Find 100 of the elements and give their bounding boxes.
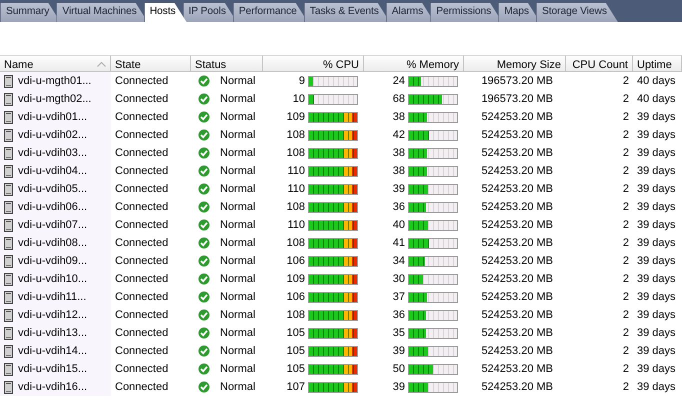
host-name: vdi-u-vdih02... [18, 129, 88, 141]
memory-percent: 34 [392, 255, 405, 267]
state-text: Connected [115, 129, 168, 141]
status-text: Normal [220, 273, 256, 285]
status-text: Normal [220, 309, 256, 321]
cpu-percent: 105 [286, 345, 305, 357]
state-text: Connected [115, 147, 168, 159]
server-icon [4, 326, 13, 340]
cpu-percent: 106 [286, 291, 305, 303]
state-text: Connected [115, 345, 168, 357]
tab[interactable]: Hosts [144, 3, 187, 22]
cpu-count: 2 [622, 165, 629, 177]
server-icon [4, 110, 13, 124]
state-text: Connected [115, 309, 168, 321]
server-icon [4, 74, 13, 88]
column-header[interactable]: Memory Size [464, 55, 566, 72]
column-header[interactable]: Name [0, 55, 111, 72]
uptime-text: 39 days [637, 183, 676, 195]
memory-size: 524253.20 MB [481, 273, 553, 285]
uptime-text: 39 days [637, 255, 676, 267]
memory-percent: 39 [392, 381, 405, 393]
server-icon [4, 200, 13, 214]
check-icon [198, 291, 210, 303]
tab[interactable]: Storage Views [536, 3, 618, 22]
status-text: Normal [220, 183, 256, 195]
memory-size: 524253.20 MB [481, 129, 553, 141]
status-text: Normal [220, 147, 256, 159]
server-icon [4, 218, 13, 232]
column-header[interactable]: % Memory [364, 55, 464, 72]
host-name: vdi-u-vdih11... [18, 291, 86, 303]
memory-percent: 39 [392, 345, 405, 357]
server-icon [4, 344, 13, 358]
status-text: Normal [220, 381, 256, 393]
cpu-percent: 109 [286, 111, 305, 123]
cpu-percent: 105 [286, 327, 305, 339]
memory-size: 524253.20 MB [481, 219, 553, 231]
status-text: Normal [220, 363, 256, 375]
uptime-text: 40 days [637, 93, 676, 105]
state-text: Connected [115, 381, 168, 393]
cpu-count: 2 [622, 219, 629, 231]
check-icon [198, 309, 210, 321]
server-icon [4, 290, 13, 304]
host-name: vdi-u-vdih12... [18, 309, 88, 321]
host-name: vdi-u-vdih07... [18, 219, 88, 231]
uptime-text: 39 days [637, 201, 676, 213]
host-name: vdi-u-vdih04... [18, 165, 88, 177]
column-header[interactable]: State [111, 55, 191, 72]
uptime-text: 39 days [637, 237, 676, 249]
uptime-text: 39 days [637, 291, 676, 303]
cpu-count: 2 [622, 129, 629, 141]
state-text: Connected [115, 219, 168, 231]
memory-percent: 36 [392, 309, 405, 321]
column-header[interactable]: Status [191, 55, 263, 72]
host-name: vdi-u-mgth01... [18, 75, 92, 87]
state-text: Connected [115, 363, 168, 375]
memory-size: 524253.20 MB [481, 327, 553, 339]
uptime-text: 39 days [637, 273, 676, 285]
cpu-percent: 109 [286, 273, 305, 285]
check-icon [198, 255, 210, 267]
check-icon [198, 327, 210, 339]
uptime-text: 39 days [637, 345, 676, 357]
server-icon [4, 146, 13, 160]
memory-size: 524253.20 MB [481, 147, 553, 159]
state-text: Connected [115, 327, 168, 339]
uptime-text: 39 days [637, 363, 676, 375]
column-header[interactable]: % CPU [263, 55, 364, 72]
state-text: Connected [115, 201, 168, 213]
state-text: Connected [115, 93, 168, 105]
host-name: vdi-u-vdih09... [18, 255, 88, 267]
cpu-percent: 9 [298, 75, 305, 87]
host-name: vdi-u-mgth02... [18, 93, 92, 105]
cpu-percent: 110 [287, 165, 305, 177]
host-name: vdi-u-vdih01... [18, 111, 88, 123]
memory-size: 524253.20 MB [481, 111, 553, 123]
column-header[interactable]: CPU Count [566, 55, 633, 72]
uptime-text: 39 days [637, 327, 676, 339]
memory-size: 524253.20 MB [481, 381, 553, 393]
status-text: Normal [220, 219, 256, 231]
memory-percent: 36 [392, 201, 405, 213]
status-text: Normal [220, 129, 256, 141]
memory-size: 524253.20 MB [481, 165, 553, 177]
cpu-count: 2 [622, 363, 629, 375]
cpu-count: 2 [622, 183, 629, 195]
status-text: Normal [220, 291, 256, 303]
host-name: vdi-u-vdih15... [18, 363, 88, 375]
uptime-text: 39 days [637, 147, 676, 159]
check-icon [198, 345, 210, 357]
memory-percent: 38 [392, 111, 405, 123]
cpu-percent: 108 [286, 237, 305, 249]
status-text: Normal [220, 93, 256, 105]
cpu-count: 2 [622, 255, 629, 267]
cpu-percent: 107 [286, 381, 305, 393]
host-name: vdi-u-vdih03... [18, 147, 88, 159]
cpu-percent: 110 [287, 183, 305, 195]
column-header[interactable]: Uptime [633, 55, 682, 72]
memory-size: 524253.20 MB [481, 291, 553, 303]
status-text: Normal [220, 201, 256, 213]
cpu-percent: 10 [292, 93, 305, 105]
check-icon [198, 147, 210, 159]
uptime-text: 39 days [637, 381, 676, 393]
